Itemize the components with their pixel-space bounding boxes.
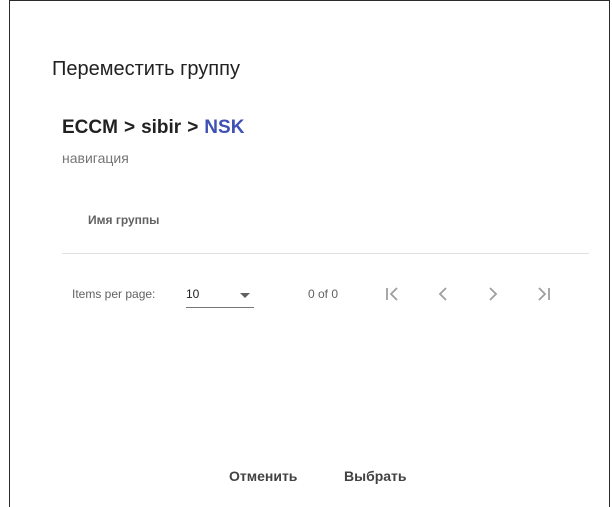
first-page-icon xyxy=(386,287,398,301)
breadcrumb-separator: > xyxy=(187,117,199,138)
first-page-button[interactable] xyxy=(378,279,408,309)
column-header-group-name[interactable]: Имя группы xyxy=(88,212,159,228)
cancel-button[interactable]: Отменить xyxy=(221,461,305,491)
last-page-icon xyxy=(538,287,550,301)
items-per-page-label: Items per page: xyxy=(72,287,156,301)
move-group-dialog: Переместить группу ECCM > sibir > NSK навига… xyxy=(9,0,610,507)
breadcrumb-separator: > xyxy=(123,117,136,138)
breadcrumb-item-current: NSK xyxy=(204,117,245,138)
page-size-select[interactable]: 10 xyxy=(186,281,254,308)
navigation-caption: навигация xyxy=(62,150,129,166)
last-page-button[interactable] xyxy=(528,279,558,309)
dialog-actions: Отменить Выбрать xyxy=(10,461,609,491)
previous-page-button[interactable] xyxy=(428,279,458,309)
breadcrumb-item-sibir[interactable]: sibir xyxy=(141,117,181,138)
chevron-right-icon xyxy=(489,287,498,301)
table-divider xyxy=(62,253,589,254)
select-button[interactable]: Выбрать xyxy=(336,461,415,491)
breadcrumb: ECCM > sibir > NSK xyxy=(62,116,244,140)
next-page-button[interactable] xyxy=(478,279,508,309)
breadcrumb-item-root[interactable]: ECCM xyxy=(62,117,118,138)
dialog-title: Переместить группу xyxy=(52,58,240,80)
paginator: Items per page: 10 0 of 0 xyxy=(72,277,592,313)
page-size-value: 10 xyxy=(186,287,200,301)
chevron-left-icon xyxy=(438,287,447,301)
page-range-label: 0 of 0 xyxy=(308,287,339,301)
dropdown-arrow-icon xyxy=(240,293,250,298)
